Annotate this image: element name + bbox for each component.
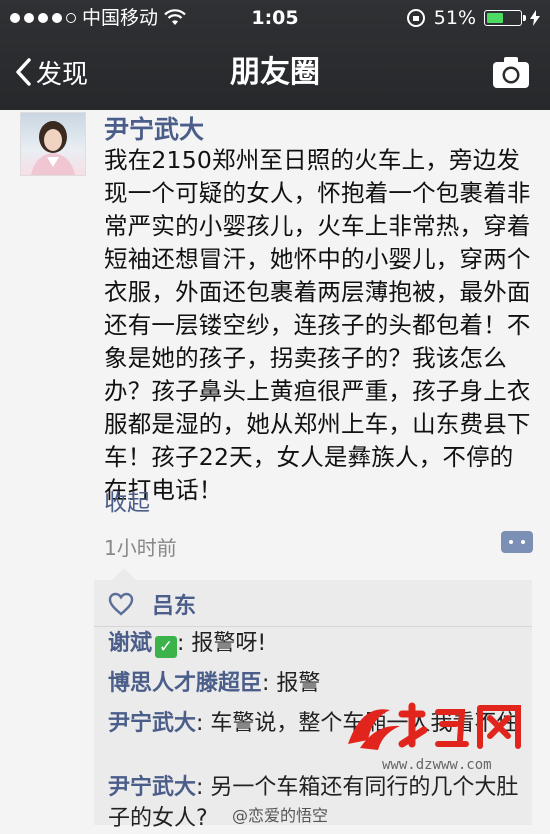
comment-author[interactable]: 尹宁武大 <box>108 775 196 800</box>
comment-menu-button[interactable] <box>501 531 533 553</box>
collapse-link[interactable]: 收起 <box>104 483 150 517</box>
dazhong-logo-icon <box>348 702 521 750</box>
status-bar: 中国移动 1:05 51% <box>0 0 550 36</box>
comment-text: : 报警 <box>262 671 321 696</box>
watermark-credit: @恋爱的悟空 <box>232 806 329 825</box>
comment-author[interactable]: 谢斌 <box>108 631 152 656</box>
charging-icon <box>530 10 540 26</box>
post-author[interactable]: 尹宁武大 <box>104 110 204 146</box>
comment-author[interactable]: 博思人才滕超臣 <box>108 671 262 696</box>
post-timestamp: 1小时前 <box>104 536 177 560</box>
comment-item: 博思人才滕超臣: 报警 <box>108 668 522 699</box>
camera-icon[interactable] <box>490 52 532 94</box>
heart-icon <box>108 592 134 616</box>
comment-author[interactable]: 尹宁武大 <box>108 711 196 736</box>
battery-status: 51% <box>406 0 540 36</box>
panel-arrow <box>112 568 136 580</box>
post-text: 我在2150郑州至日照的火车上，旁边发现一个可疑的女人，怀抱着一个包裹着非常严实… <box>104 146 531 504</box>
navigation-bar: 发现 朋友圈 <box>0 36 550 110</box>
page-title: 朋友圈 <box>230 55 320 90</box>
comment-item: 谢斌 ✓: 报警呀! <box>108 628 522 659</box>
watermark-url: www.dzwww.com <box>382 757 492 773</box>
check-emoji-icon: ✓ <box>155 636 178 658</box>
divider <box>94 626 532 627</box>
like-name[interactable]: 吕东 <box>152 588 196 620</box>
comment-text: : 报警呀! <box>177 631 267 656</box>
avatar-image <box>31 121 75 175</box>
likes-row: 吕东 <box>108 588 196 620</box>
author-avatar[interactable] <box>20 112 86 176</box>
top-bar: 中国移动 1:05 51% 发现 朋友圈 <box>0 0 550 110</box>
battery-percent: 51% <box>433 7 476 29</box>
rotation-lock-icon <box>406 9 425 27</box>
battery-icon <box>484 10 526 26</box>
